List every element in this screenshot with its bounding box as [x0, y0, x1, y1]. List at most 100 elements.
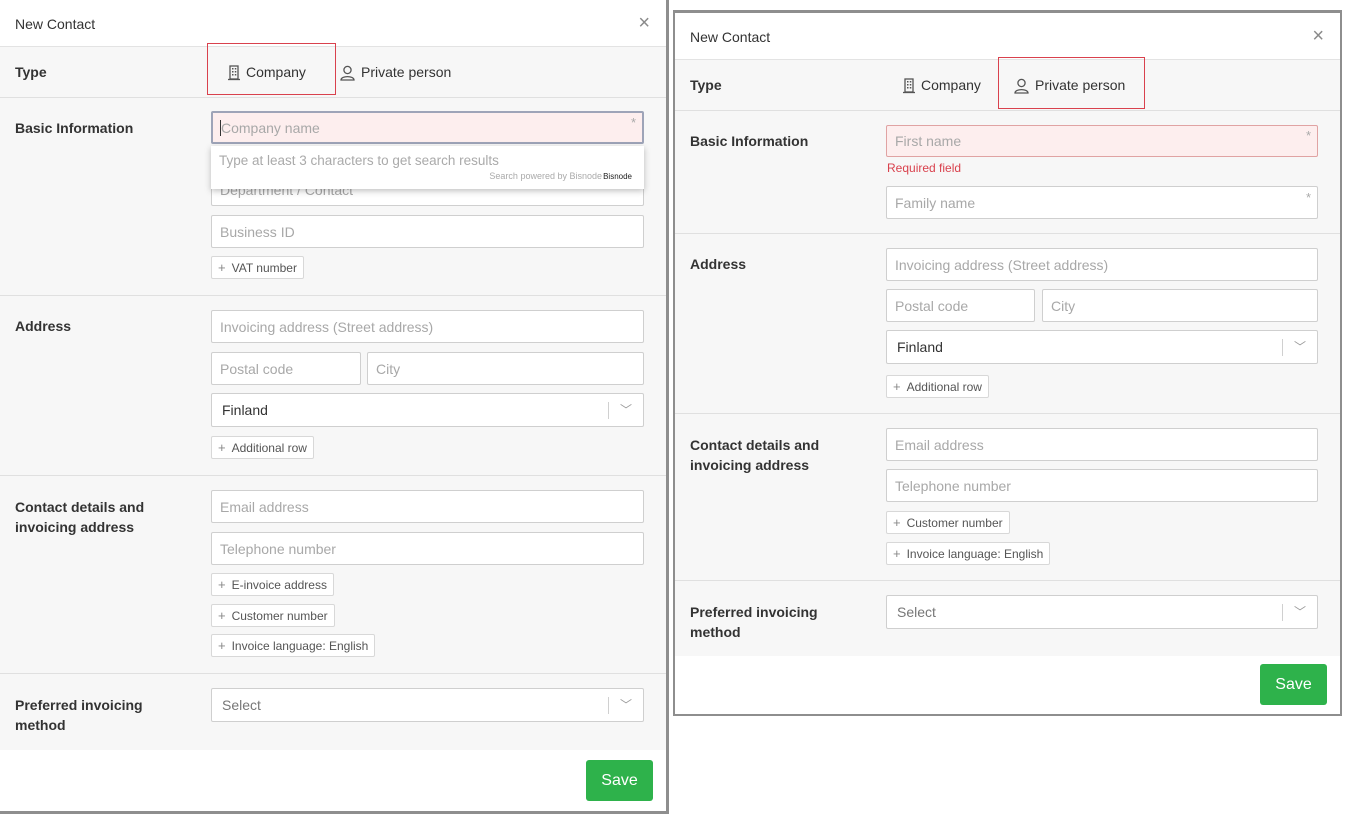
add-additional-row-button[interactable]: + Additional row — [886, 375, 989, 398]
save-button[interactable]: Save — [586, 760, 653, 801]
e-invoice-address-label: E-invoice address — [231, 578, 327, 592]
chevron-down-icon: ﹀ — [1293, 605, 1306, 619]
building-icon — [903, 78, 915, 94]
address-section: Address Finland ﹀ + Additional row — [675, 234, 1340, 414]
email-input[interactable] — [886, 428, 1318, 461]
contact-details-label-line2: invoicing address — [15, 519, 135, 535]
close-icon[interactable]: × — [638, 13, 650, 33]
add-additional-row-button[interactable]: + Additional row — [211, 436, 314, 459]
country-select[interactable]: Finland ﹀ — [886, 330, 1318, 364]
type-section: Type Company Private person — [675, 57, 1340, 111]
telephone-input[interactable] — [886, 469, 1318, 502]
address-label: Address — [15, 318, 72, 334]
text-cursor — [220, 120, 221, 136]
search-hint-text: Type at least 3 characters to get search… — [219, 153, 499, 168]
country-value: Finland — [222, 402, 268, 418]
required-mark: * — [631, 115, 637, 130]
preferred-invoicing-section: Preferred invoicing method Select ﹀ — [675, 581, 1340, 657]
plus-icon: + — [893, 379, 901, 394]
customer-number-label: Customer number — [231, 609, 328, 623]
add-e-invoice-address-button[interactable]: + E-invoice address — [211, 573, 334, 596]
contact-details-section: Contact details and invoicing address + E… — [0, 476, 666, 674]
add-vat-number-button[interactable]: + VAT number — [211, 256, 304, 279]
preferred-invoicing-section: Preferred invoicing method Select ﹀ — [0, 674, 666, 750]
type-company-option[interactable]: Company — [903, 75, 981, 95]
invoice-language-label: Invoice language: English — [231, 639, 369, 653]
plus-icon: + — [893, 515, 901, 530]
invoicing-method-placeholder: Select — [897, 604, 936, 620]
select-separator — [1282, 339, 1283, 356]
select-separator — [1282, 604, 1283, 621]
new-contact-dialog-company: New Contact × Type Company Private perso… — [0, 0, 669, 814]
person-icon — [340, 66, 355, 81]
basic-information-section: Basic Information * Required field * — [675, 111, 1340, 234]
first-name-input[interactable] — [886, 125, 1318, 157]
invoicing-method-select[interactable]: Select ﹀ — [886, 595, 1318, 629]
business-id-input[interactable] — [211, 215, 644, 248]
email-input[interactable] — [211, 490, 644, 523]
required-field-error: Required field — [887, 161, 962, 175]
postal-code-input[interactable] — [211, 352, 361, 385]
plus-icon: + — [218, 260, 226, 275]
chevron-down-icon: ﹀ — [619, 698, 632, 712]
select-separator — [608, 402, 609, 419]
bisnode-logo: Bisnode — [603, 172, 632, 181]
invoicing-method-select[interactable]: Select ﹀ — [211, 688, 644, 722]
preferred-invoicing-label-line2: method — [15, 717, 66, 733]
address-label: Address — [690, 256, 747, 272]
contact-details-section: Contact details and invoicing address + C… — [675, 414, 1340, 581]
invoice-language-label: Invoice language: English — [906, 547, 1044, 561]
type-label: Type — [690, 77, 722, 93]
plus-icon: + — [218, 608, 226, 623]
dialog-header: New Contact × — [0, 0, 666, 47]
person-icon — [1014, 79, 1029, 94]
vat-number-label: VAT number — [231, 261, 297, 275]
add-customer-number-button[interactable]: + Customer number — [886, 511, 1010, 534]
family-name-input[interactable] — [886, 186, 1318, 219]
save-button[interactable]: Save — [1260, 664, 1327, 705]
invoice-language-button[interactable]: + Invoice language: English — [211, 634, 376, 657]
plus-icon: + — [218, 577, 226, 592]
basic-information-label: Basic Information — [15, 120, 134, 136]
country-value: Finland — [897, 339, 943, 355]
dialog-title: New Contact — [690, 29, 771, 45]
type-company-option[interactable]: Company — [228, 62, 306, 82]
city-input[interactable] — [1042, 289, 1318, 322]
plus-icon: + — [218, 638, 226, 653]
preferred-invoicing-label-line1: Preferred invoicing — [690, 604, 818, 620]
preferred-invoicing-label-line1: Preferred invoicing — [15, 697, 143, 713]
chevron-down-icon: ﹀ — [619, 403, 632, 417]
contact-details-label-line1: Contact details and — [690, 437, 820, 453]
additional-row-label: Additional row — [906, 380, 982, 394]
close-icon[interactable]: × — [1312, 26, 1324, 46]
required-mark: * — [1306, 128, 1312, 143]
telephone-input[interactable] — [211, 532, 644, 565]
address-section: Address Finland ﹀ + Additional row — [0, 296, 666, 476]
plus-icon: + — [218, 440, 226, 455]
type-private-option[interactable]: Private person — [340, 62, 451, 82]
add-customer-number-button[interactable]: + Customer number — [211, 604, 335, 627]
select-separator — [608, 697, 609, 714]
customer-number-label: Customer number — [906, 516, 1003, 530]
company-name-input[interactable] — [211, 111, 644, 144]
type-private-option[interactable]: Private person — [1014, 75, 1125, 95]
type-private-label: Private person — [1035, 77, 1126, 93]
building-icon — [228, 65, 240, 81]
additional-row-label: Additional row — [231, 441, 307, 455]
basic-information-label: Basic Information — [690, 133, 809, 149]
required-mark: * — [1306, 190, 1312, 205]
invoice-language-button[interactable]: + Invoice language: English — [886, 542, 1051, 565]
dialog-title: New Contact — [15, 16, 96, 32]
city-input[interactable] — [367, 352, 644, 385]
invoicing-method-placeholder: Select — [222, 697, 261, 713]
chevron-down-icon: ﹀ — [1293, 340, 1306, 354]
company-search-dropdown: Type at least 3 characters to get search… — [211, 146, 644, 189]
dialog-footer: Save — [0, 750, 666, 811]
street-address-input[interactable] — [886, 248, 1318, 281]
country-select[interactable]: Finland ﹀ — [211, 393, 644, 427]
new-contact-dialog-private: New Contact × Type Company Private perso… — [673, 10, 1342, 716]
contact-details-label-line2: invoicing address — [690, 457, 810, 473]
street-address-input[interactable] — [211, 310, 644, 343]
postal-code-input[interactable] — [886, 289, 1035, 322]
type-private-label: Private person — [361, 64, 452, 80]
